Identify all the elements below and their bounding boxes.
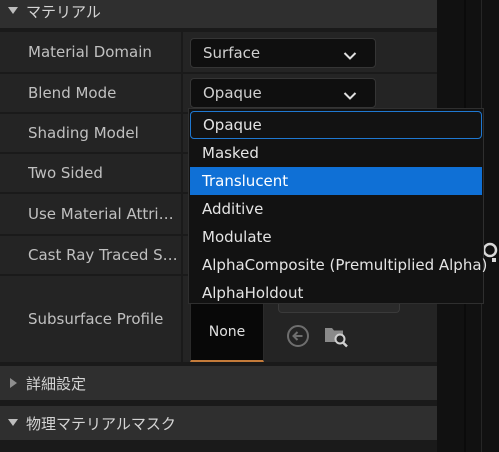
column-divider[interactable] [181,276,183,362]
material-domain-combo[interactable]: Surface [190,38,376,68]
triangle-right-icon [0,377,26,389]
section-title: 詳細設定 [26,374,87,393]
triangle-down-icon [0,6,26,16]
property-label: Blend Mode [28,84,117,102]
column-divider[interactable] [181,194,183,234]
dropdown-option-modulate[interactable]: Modulate [190,223,482,251]
section-header-material[interactable]: マテリアル [0,0,437,28]
column-divider[interactable] [181,154,183,192]
dropdown-option-opaque[interactable]: Opaque [190,111,482,139]
section-title: 物理マテリアルマスク [26,414,176,433]
blend-mode-combo[interactable]: Opaque [190,78,376,108]
property-label: Shading Model [28,124,139,142]
dropdown-option-alphacomposite[interactable]: AlphaComposite (Premultiplied Alpha) [190,251,487,279]
chevron-down-icon [343,47,357,65]
dropdown-option-translucent[interactable]: Translucent [190,167,482,195]
property-label: Subsurface Profile [28,310,164,328]
property-row-material-domain: Material Domain Surface [0,32,437,74]
property-label: Use Material Attri… [28,205,174,223]
arrow-left-circle-icon[interactable] [284,322,312,350]
column-divider[interactable] [181,74,183,112]
property-label: Cast Ray Traced S… [28,246,178,264]
property-label: Two Sided [28,164,103,182]
dropdown-option-additive[interactable]: Additive [190,195,482,223]
triangle-down-icon [0,418,26,428]
chevron-down-icon [343,87,357,105]
combo-value: Opaque [203,84,262,102]
browse-folder-icon[interactable] [322,322,350,350]
section-title: マテリアル [26,2,101,21]
dropdown-option-alphaholdout[interactable]: AlphaHoldout [190,279,482,307]
section-header-advanced[interactable]: 詳細設定 [0,366,437,400]
column-divider[interactable] [181,32,183,72]
column-divider[interactable] [181,114,183,152]
asset-thumbnail[interactable]: None [190,304,264,362]
column-divider[interactable] [181,236,183,274]
combo-value: Surface [203,44,261,62]
thumbnail-label: None [208,324,246,340]
blend-mode-dropdown-list: Opaque Masked Translucent Additive Modul… [188,108,487,307]
property-label: Material Domain [28,43,152,61]
dropdown-option-masked[interactable]: Masked [190,139,482,167]
section-header-physical-mask[interactable]: 物理マテリアルマスク [0,406,437,440]
